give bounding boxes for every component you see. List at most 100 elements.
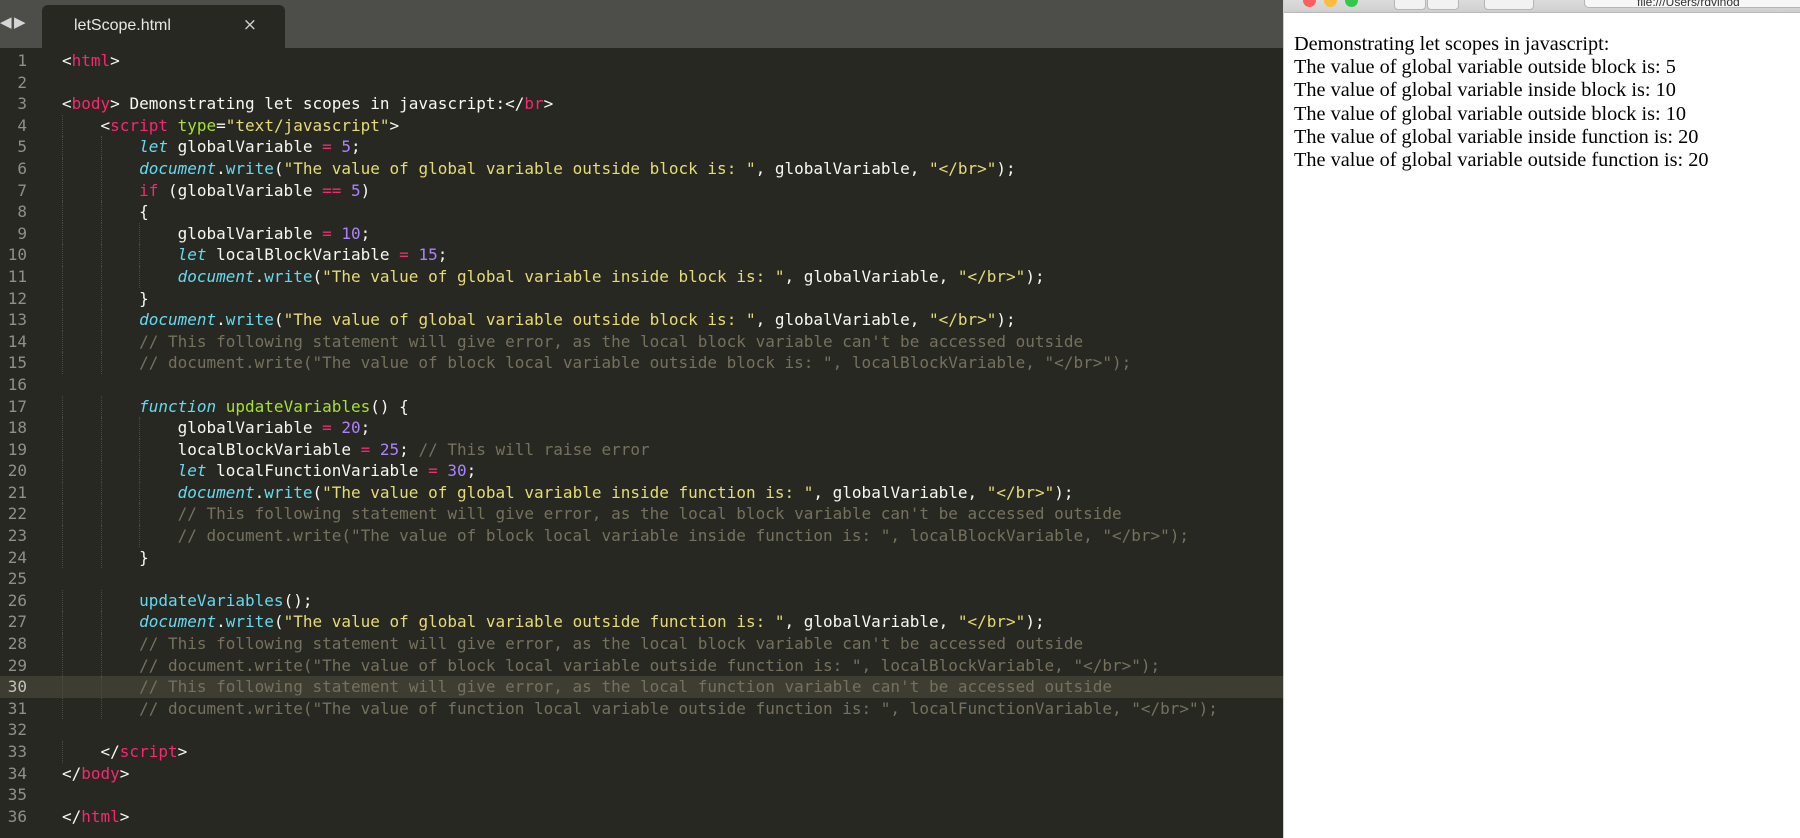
sidebar-icon[interactable] — [1484, 0, 1534, 10]
nav-forward-icon[interactable]: ▶ — [14, 13, 26, 31]
zoom-window-icon[interactable] — [1345, 0, 1358, 7]
code-line[interactable]: 30 // This following statement will give… — [0, 676, 1283, 698]
line-number: 26 — [7, 590, 27, 610]
code-text: </html> — [62, 806, 129, 828]
code-token: , globalVariable, — [784, 266, 958, 286]
code-line[interactable]: 19 localBlockVariable = 25; // This will… — [0, 438, 1283, 461]
code-line[interactable]: 27 document.write("The value of global v… — [0, 611, 1283, 634]
code-line[interactable]: 20 let localFunctionVariable = 30; — [0, 460, 1283, 482]
code-line[interactable]: 23 // document.write("The value of block… — [0, 525, 1283, 547]
code-token: "The value of global variable inside fun… — [322, 482, 814, 502]
code-token: // This will raise error — [418, 439, 650, 459]
code-text: <script type="text/javascript"> — [62, 115, 400, 137]
code-line[interactable]: 22 // This following statement will give… — [0, 503, 1283, 526]
code-line[interactable]: 33 </script> — [0, 741, 1283, 763]
line-number: 30 — [7, 677, 27, 697]
back-button[interactable] — [1394, 0, 1426, 10]
code-line[interactable]: 24 } — [0, 546, 1283, 569]
code-line[interactable]: 31 // document.write("The value of funct… — [0, 697, 1283, 720]
code-line[interactable]: 32 — [0, 719, 1283, 741]
code-line[interactable]: 36 </html> — [0, 806, 1283, 828]
url-field[interactable]: file:///Users/rdvinod — [1584, 0, 1800, 8]
code-token: </ — [62, 806, 82, 826]
code-line[interactable]: 28 // This following statement will give… — [0, 633, 1283, 655]
close-icon[interactable]: × — [243, 15, 257, 35]
code-text: // document.write("The value of block lo… — [62, 525, 1189, 547]
nav-back-icon[interactable]: ◀ — [0, 13, 12, 31]
editor-tab[interactable]: letScope.html × — [42, 5, 285, 48]
close-window-icon[interactable] — [1303, 0, 1316, 7]
code-editor[interactable]: ◀ ▶ letScope.html × 1 <html> 2 3 <body> Demo… — [0, 0, 1283, 838]
code-line[interactable]: 1 <html> — [0, 50, 1283, 72]
code-token: body — [81, 763, 120, 783]
line-number: 23 — [7, 526, 27, 546]
code-text: globalVariable = 10; — [62, 223, 371, 245]
browser-window: file:///Users/rdvinod Demonstrating let … — [1283, 0, 1800, 838]
code-line[interactable]: 6 document.write("The value of global va… — [0, 157, 1283, 180]
code-line[interactable]: 2 — [0, 72, 1283, 94]
code-line[interactable]: 14 // This following statement will give… — [0, 330, 1283, 353]
code-token: > — [389, 115, 400, 135]
output-line: The value of global variable inside bloc… — [1294, 79, 1676, 102]
code-line[interactable]: 13 document.write("The value of global v… — [0, 309, 1283, 331]
code-line[interactable]: 35 — [0, 784, 1283, 806]
code-token: ); — [1054, 482, 1074, 502]
code-line[interactable]: 18 globalVariable = 20; — [0, 417, 1283, 439]
code-line[interactable]: 12 } — [0, 287, 1283, 310]
output-line: The value of global variable inside func… — [1294, 125, 1699, 148]
minimize-window-icon[interactable] — [1324, 0, 1337, 7]
code-line[interactable]: 9 globalVariable = 10; — [0, 222, 1283, 245]
code-line[interactable]: 15 // document.write("The value of block… — [0, 352, 1283, 374]
code-token: } — [139, 547, 149, 567]
code-text: </script> — [62, 741, 188, 763]
code-token: = — [216, 115, 226, 135]
code-token: localFunctionVariable — [206, 461, 429, 481]
code-line[interactable]: 29 // document.write("The value of block… — [0, 654, 1283, 677]
code-token: , globalVariable, — [755, 158, 929, 178]
code-line[interactable]: 34 </body> — [0, 763, 1283, 785]
code-line[interactable]: 7 if (globalVariable == 5) — [0, 179, 1283, 202]
code-token: ( — [312, 266, 323, 286]
code-line[interactable]: 3 <body> Demonstrating let scopes in java… — [0, 93, 1283, 115]
code-token: write — [264, 266, 313, 286]
code-token: ( — [273, 310, 284, 330]
code-token: document — [139, 158, 217, 178]
code-line[interactable]: 26 updateVariables(); — [0, 589, 1283, 612]
code-token: ; — [360, 223, 371, 243]
code-token: = — [428, 461, 438, 481]
code-token: ( — [273, 158, 284, 178]
line-number: 11 — [7, 266, 27, 286]
code-token: localBlockVariable — [206, 245, 400, 265]
code-token: = — [322, 418, 332, 438]
code-token: script — [110, 115, 168, 135]
code-area[interactable]: 1 <html> 2 3 <body> Demonstrating let scopes… — [0, 50, 1283, 827]
code-token: (); — [283, 590, 313, 610]
code-token: </ — [100, 742, 120, 761]
code-text: // document.write("The value of block lo… — [62, 655, 1160, 677]
code-line[interactable]: 21 document.write("The value of global v… — [0, 481, 1283, 504]
line-number: 10 — [7, 245, 27, 265]
code-line[interactable]: 16 — [0, 374, 1283, 396]
code-line[interactable]: 4 <script type="text/javascript"> — [0, 114, 1283, 137]
code-line[interactable]: 11 document.write("The value of global v… — [0, 265, 1283, 288]
code-line[interactable]: 10 let localBlockVariable = 15; — [0, 244, 1283, 266]
code-token: function — [139, 396, 217, 416]
forward-button[interactable] — [1427, 0, 1459, 10]
code-line[interactable]: 5 let globalVariable = 5; — [0, 136, 1283, 158]
code-token: == — [322, 180, 342, 200]
code-line[interactable]: 8 { — [0, 201, 1283, 223]
code-text: </body> — [62, 763, 129, 785]
line-number: 32 — [7, 720, 27, 740]
code-token: > — [110, 51, 120, 70]
code-token: // document.write("The value of block lo… — [139, 353, 1132, 373]
code-token: { — [139, 202, 149, 222]
code-token: , globalVariable, — [784, 612, 958, 632]
code-line[interactable]: 17 function updateVariables() { — [0, 395, 1283, 418]
code-line[interactable]: 25 — [0, 568, 1283, 590]
code-text: // This following statement will give er… — [62, 331, 1083, 353]
